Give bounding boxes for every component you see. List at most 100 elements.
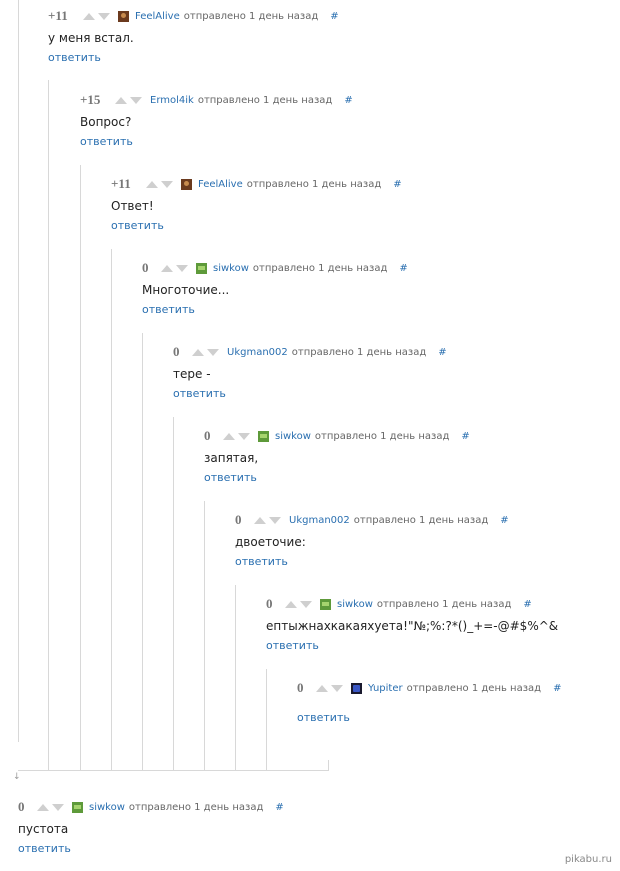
comment-text (297, 702, 561, 706)
comment-meta: 0 siwkow отправлено 1 день назад # (142, 260, 408, 276)
comment: 0 Ukgman002 отправлено 1 день назад # дв… (235, 512, 509, 569)
comment-score: 0 (18, 799, 25, 814)
reply-link[interactable]: ответить (297, 711, 561, 725)
avatar[interactable] (258, 430, 269, 442)
reply-link[interactable]: ответить (111, 219, 402, 233)
comment-meta: 0 Yupiter отправлено 1 день назад # (297, 680, 561, 696)
avatar[interactable] (181, 178, 192, 190)
reply-link[interactable]: ответить (235, 555, 509, 569)
permalink[interactable]: # (330, 11, 338, 22)
comment-text: у меня встал. (48, 31, 134, 45)
upvote-icon[interactable] (254, 516, 266, 524)
upvote-icon[interactable] (285, 600, 297, 608)
thread-line (173, 417, 174, 770)
permalink[interactable]: # (438, 347, 446, 358)
author-link[interactable]: siwkow (337, 599, 373, 610)
author-link[interactable]: siwkow (275, 431, 311, 442)
downvote-icon[interactable] (269, 516, 281, 524)
comment-text: Вопрос? (80, 115, 132, 129)
comment-score: 0 (297, 680, 304, 695)
downvote-icon[interactable] (176, 264, 188, 272)
upvote-icon[interactable] (146, 180, 158, 188)
thread-line (235, 585, 236, 770)
permalink[interactable]: # (500, 515, 508, 526)
comment-date: отправлено 1 день назад (353, 514, 489, 526)
upvote-icon[interactable] (223, 432, 235, 440)
comment-meta: 0 siwkow отправлено 1 день назад # (204, 428, 470, 444)
comment-text: пустота (18, 822, 69, 836)
comment-meta: +11 FeelAlive отправлено 1 день назад # (48, 8, 339, 24)
reply-link[interactable]: ответить (173, 387, 447, 401)
author-link[interactable]: Ukgman002 (289, 515, 350, 526)
upvote-icon[interactable] (316, 684, 328, 692)
thread-end-tick (328, 760, 329, 771)
comment-meta: 0 siwkow отправлено 1 день назад # (18, 799, 284, 815)
comment-score: 0 (235, 512, 242, 527)
downvote-icon[interactable] (130, 96, 142, 104)
comment: +11 FeelAlive отправлено 1 день назад # … (48, 8, 339, 65)
comment-date: отправлено 1 день назад (128, 801, 264, 813)
comment: 0 Yupiter отправлено 1 день назад # отве… (297, 680, 561, 725)
comment: 0 siwkow отправлено 1 день назад # пусто… (18, 799, 284, 856)
comment-score: +11 (48, 8, 68, 23)
author-link[interactable]: Ermol4ik (150, 95, 194, 106)
author-link[interactable]: Yupiter (368, 683, 403, 694)
comment-date: отправлено 1 день назад (406, 682, 542, 694)
comment-meta: 0 Ukgman002 отправлено 1 день назад # (235, 512, 509, 528)
downvote-icon[interactable] (238, 432, 250, 440)
downvote-icon[interactable] (300, 600, 312, 608)
permalink[interactable]: # (393, 179, 401, 190)
author-link[interactable]: siwkow (89, 802, 125, 813)
permalink[interactable]: # (461, 431, 469, 442)
author-link[interactable]: siwkow (213, 263, 249, 274)
avatar[interactable] (72, 801, 83, 813)
comment-score: +11 (111, 176, 131, 191)
upvote-icon[interactable] (115, 96, 127, 104)
permalink[interactable]: # (275, 802, 283, 813)
thread-line (111, 249, 112, 770)
upvote-icon[interactable] (161, 264, 173, 272)
reply-link[interactable]: ответить (18, 842, 284, 856)
comment-meta: +11 FeelAlive отправлено 1 день назад # (111, 176, 402, 192)
permalink[interactable]: # (399, 263, 407, 274)
comment-text: двоеточие: (235, 535, 306, 549)
permalink[interactable]: # (553, 683, 561, 694)
downvote-icon[interactable] (52, 803, 64, 811)
permalink[interactable]: # (523, 599, 531, 610)
thread-line (266, 669, 267, 770)
comment-date: отправлено 1 день назад (376, 598, 512, 610)
reply-link[interactable]: ответить (48, 51, 339, 65)
avatar[interactable] (351, 682, 362, 694)
downvote-icon[interactable] (331, 684, 343, 692)
reply-link[interactable]: ответить (266, 639, 558, 653)
reply-link[interactable]: ответить (80, 135, 353, 149)
upvote-icon[interactable] (192, 348, 204, 356)
upvote-icon[interactable] (83, 12, 95, 20)
avatar[interactable] (196, 262, 207, 274)
avatar[interactable] (118, 10, 129, 22)
comment-date: отправлено 1 день назад (246, 178, 382, 190)
author-link[interactable]: Ukgman002 (227, 347, 288, 358)
comment-text: запятая, (204, 451, 259, 465)
comment-score: 0 (173, 344, 180, 359)
reply-link[interactable]: ответить (204, 471, 470, 485)
avatar[interactable] (320, 598, 331, 610)
comment: 0 siwkow отправлено 1 день назад # Много… (142, 260, 408, 317)
author-link[interactable]: FeelAlive (135, 11, 180, 22)
comment: +15 Ermol4ik отправлено 1 день назад # В… (80, 92, 353, 149)
comment-text: тере - (173, 367, 211, 381)
collapse-arrow-icon[interactable]: ↓ (13, 772, 21, 782)
comment-date: отправлено 1 день назад (314, 430, 450, 442)
comment-date: отправлено 1 день назад (291, 346, 427, 358)
downvote-icon[interactable] (98, 12, 110, 20)
downvote-icon[interactable] (207, 348, 219, 356)
downvote-icon[interactable] (161, 180, 173, 188)
permalink[interactable]: # (344, 95, 352, 106)
site-watermark: pikabu.ru (564, 854, 612, 865)
comment-text: ептыжнахкакаяхуета!"№;%:?*()_+=-@#$%^& (266, 619, 559, 633)
author-link[interactable]: FeelAlive (198, 179, 243, 190)
upvote-icon[interactable] (37, 803, 49, 811)
thread-line (142, 333, 143, 770)
reply-link[interactable]: ответить (142, 303, 408, 317)
comment-date: отправлено 1 день назад (197, 94, 333, 106)
